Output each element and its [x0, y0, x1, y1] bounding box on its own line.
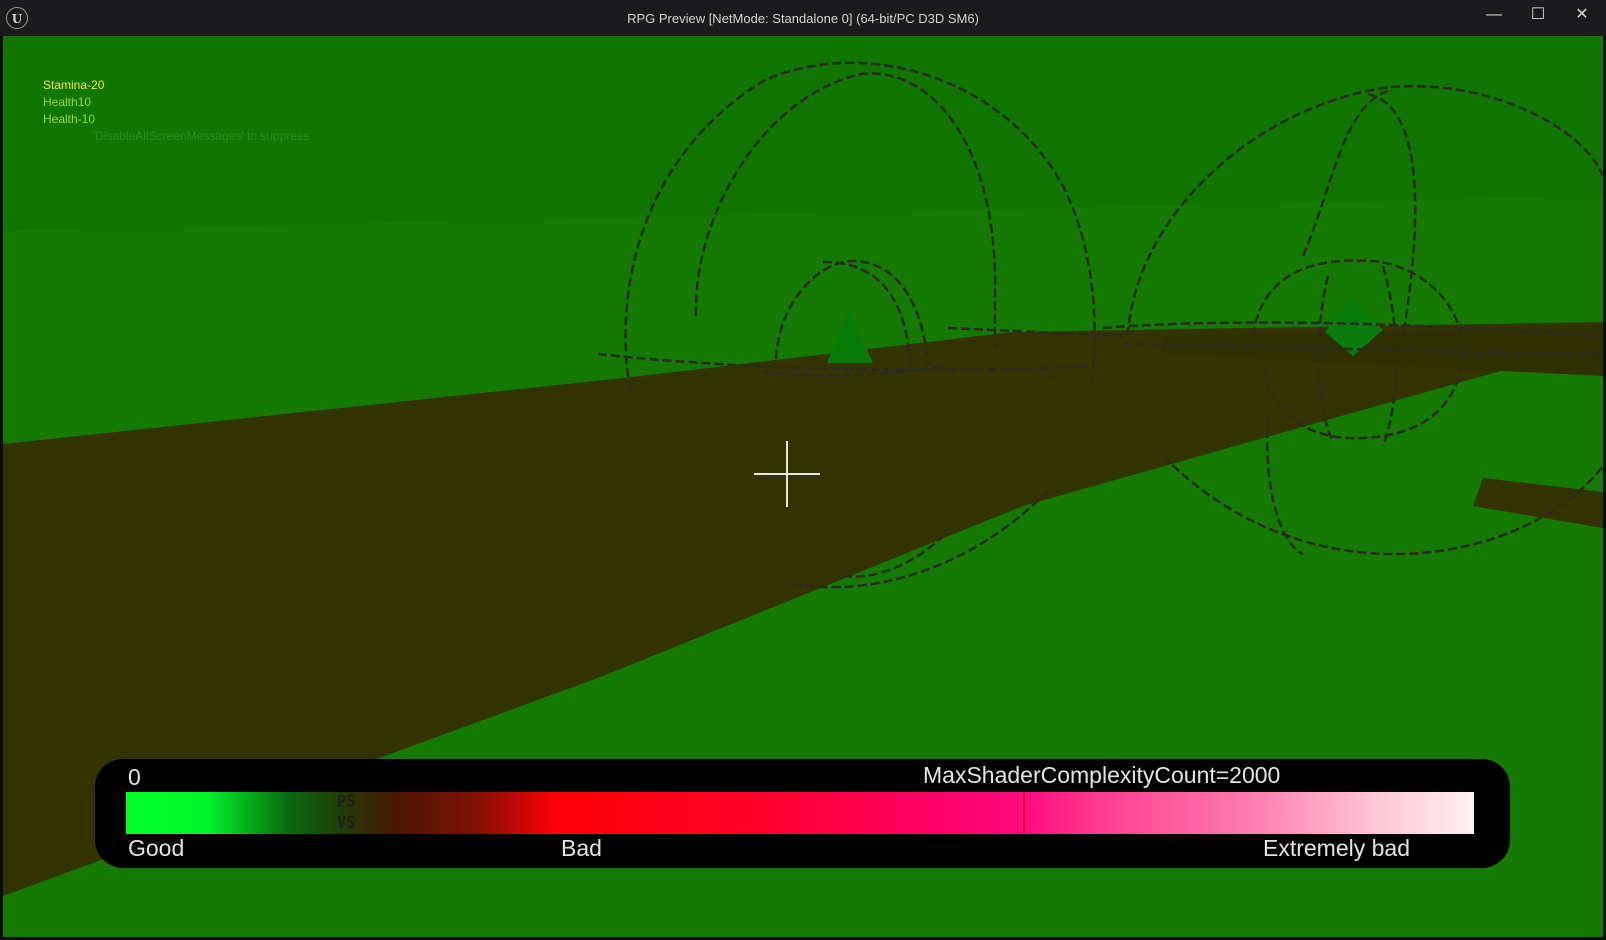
screen-message-health-gain: Health10 — [43, 95, 92, 109]
close-button[interactable]: ✕ — [1560, 0, 1604, 32]
minimize-button[interactable]: — — [1472, 0, 1516, 32]
shader-complexity-legend: 0 MaxShaderComplexityCount=2000 PS VS Go… — [95, 759, 1510, 868]
legend-min-label: 0 — [128, 764, 141, 790]
suppress-hint: 'DisableAllScreenMessages' to suppress — [93, 129, 310, 143]
game-viewport[interactable]: Stamina-20 Health10 Health-10 'DisableAl… — [3, 36, 1603, 937]
vs-label: VS — [337, 813, 356, 833]
complexity-gradient-bar: PS VS — [126, 792, 1474, 834]
screen-message-stamina: Stamina-20 — [43, 78, 105, 92]
gradient-marker — [1023, 792, 1025, 834]
legend-good-label: Good — [128, 835, 185, 861]
title-bar[interactable]: U RPG Preview [NetMode: Standalone 0] (6… — [0, 0, 1606, 36]
legend-extremely-bad-label: Extremely bad — [1263, 835, 1411, 861]
legend-max-label: MaxShaderComplexityCount=2000 — [923, 762, 1281, 788]
window-title: RPG Preview [NetMode: Standalone 0] (64-… — [627, 11, 979, 26]
legend-bad-label: Bad — [561, 835, 602, 861]
maximize-button[interactable]: ☐ — [1516, 0, 1560, 32]
ps-label: PS — [337, 792, 356, 812]
game-window: U RPG Preview [NetMode: Standalone 0] (6… — [0, 0, 1606, 940]
screen-message-health-loss: Health-10 — [43, 112, 96, 126]
